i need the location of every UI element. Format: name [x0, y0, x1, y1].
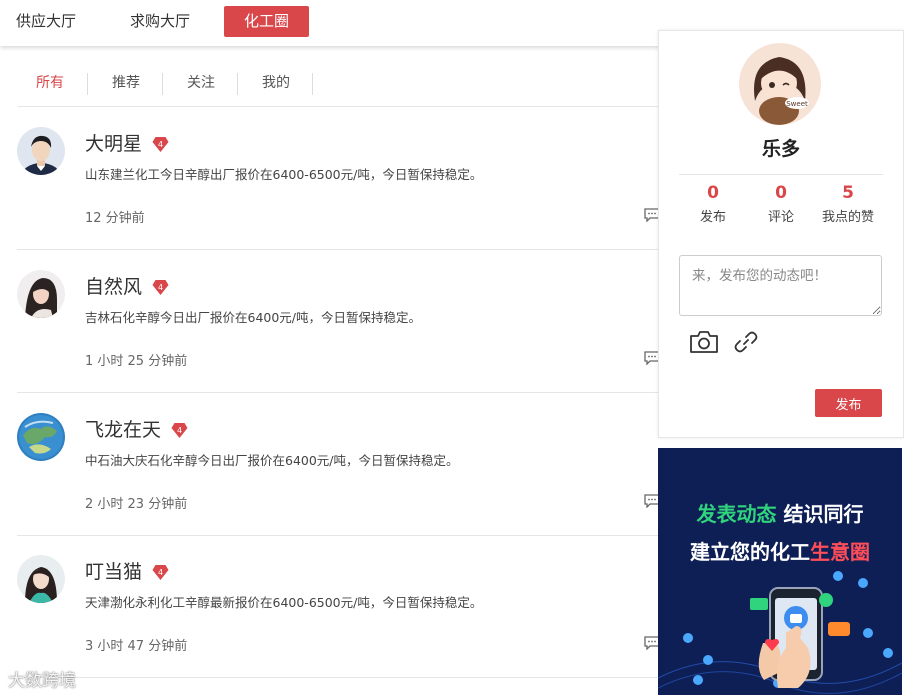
- filter-divider: [237, 73, 238, 95]
- feed-filter-bar: 所有 推荐 关注 我的: [18, 62, 658, 102]
- post-time: 2 小时 23 分钟前: [85, 497, 188, 512]
- filter-mine[interactable]: 我的: [262, 72, 290, 92]
- feed-post: 大明星 4 山东建兰化工今日辛醇出厂报价在6400-6500元/吨，今日暂保持稳…: [17, 107, 660, 250]
- level-badge-number: 4: [158, 140, 163, 149]
- banner-headline-1a: 发表动态: [696, 502, 777, 526]
- level-badge-icon: 4: [151, 134, 170, 153]
- filter-all[interactable]: 所有: [36, 72, 64, 92]
- post-time: 1 小时 25 分钟前: [85, 354, 188, 369]
- banner-headline-1: 发表动态 结识同行: [658, 498, 902, 527]
- post-author-name[interactable]: 飞龙在天: [85, 415, 161, 442]
- filter-divider: [87, 73, 88, 95]
- profile-avatar[interactable]: Sweet: [739, 43, 821, 125]
- avatar[interactable]: [17, 270, 65, 318]
- avatar-sweet-label: Sweet: [786, 100, 808, 108]
- post-time: 3 小时 47 分钟前: [85, 639, 188, 654]
- post-divider: [17, 677, 660, 678]
- camera-icon[interactable]: [689, 329, 719, 355]
- post-author-name[interactable]: 大明星: [85, 129, 142, 156]
- feed-post: 叮当猫 4 天津渤化永利化工辛醇最新报价在6400-6500元/吨，今日暂保持稳…: [17, 535, 660, 678]
- stat-likes[interactable]: 5 我点的赞: [808, 183, 888, 225]
- avatar[interactable]: [17, 555, 65, 603]
- banner-headline-1b: 结识同行: [783, 502, 864, 526]
- feed-post: 飞龙在天 4 中石油大庆石化辛醇今日出厂报价在6400元/吨，今日暂保持稳定。 …: [17, 393, 660, 536]
- banner-headline-2a: 建立您的化工: [690, 540, 810, 564]
- post-author-name[interactable]: 叮当猫: [85, 557, 142, 584]
- banner-background: [658, 448, 902, 695]
- promo-banner[interactable]: 发表动态 结识同行 建立您的化工生意圈: [658, 448, 902, 695]
- level-badge-number: 4: [158, 568, 163, 577]
- avatar[interactable]: [17, 127, 65, 175]
- filter-divider: [162, 73, 163, 95]
- profile-username: 乐多: [761, 138, 800, 160]
- tab-supply-hall[interactable]: 供应大厅: [16, 6, 76, 37]
- post-content: 天津渤化永利化工辛醇最新报价在6400-6500元/吨，今日暂保持稳定。: [85, 595, 483, 610]
- level-badge-icon: 4: [151, 562, 170, 581]
- tab-chemical-circle[interactable]: 化工圈: [224, 6, 310, 37]
- banner-headline-2b: 生意圈: [810, 540, 870, 564]
- level-badge-icon: 4: [170, 420, 189, 439]
- filter-divider: [312, 73, 313, 95]
- stat-likes-label: 我点的赞: [821, 210, 874, 225]
- post-content: 吉林石化辛醇今日出厂报价在6400元/吨，今日暂保持稳定。: [85, 310, 422, 325]
- post-content: 山东建兰化工今日辛醇出厂报价在6400-6500元/吨，今日暂保持稳定。: [85, 167, 483, 182]
- post-content: 中石油大庆石化辛醇今日出厂报价在6400元/吨，今日暂保持稳定。: [85, 453, 459, 468]
- post-time: 12 分钟前: [85, 211, 145, 226]
- banner-headline-2: 建立您的化工生意圈: [658, 536, 902, 565]
- level-badge-number: 4: [158, 283, 163, 292]
- filter-recommended[interactable]: 推荐: [112, 72, 140, 92]
- link-icon[interactable]: [733, 329, 759, 355]
- level-badge-icon: 4: [151, 277, 170, 296]
- tab-purchase-hall[interactable]: 求购大厅: [130, 6, 190, 37]
- profile-divider: [679, 174, 883, 175]
- feed-post: 自然风 4 吉林石化辛醇今日出厂报价在6400元/吨，今日暂保持稳定。 1 小时…: [17, 250, 660, 393]
- publish-button[interactable]: 发布: [815, 389, 882, 417]
- profile-card: Sweet 乐多 0 发布 0 评论 5 我点的赞 发布: [658, 30, 904, 438]
- compose-input[interactable]: [679, 255, 882, 316]
- level-badge-number: 4: [177, 426, 182, 435]
- filter-following[interactable]: 关注: [187, 72, 215, 92]
- avatar[interactable]: [17, 413, 65, 461]
- post-author-name[interactable]: 自然风: [85, 272, 142, 299]
- stat-likes-value: 5: [842, 183, 854, 203]
- watermark-logo: 大数跨境: [8, 671, 76, 691]
